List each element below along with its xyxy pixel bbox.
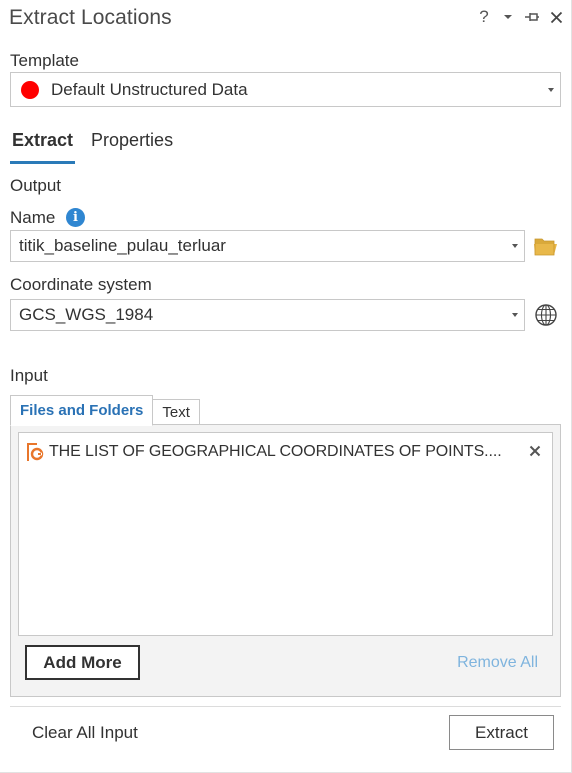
remove-file-icon[interactable] (527, 443, 543, 459)
browse-folder-icon[interactable] (533, 234, 559, 258)
pane-title: Extract Locations (9, 6, 172, 29)
pdf-icon (27, 443, 44, 461)
menu-chevron-icon[interactable] (500, 8, 516, 26)
tab-extract[interactable]: Extract (10, 130, 76, 164)
help-icon[interactable]: ? (476, 7, 492, 26)
tab-properties[interactable]: Properties (89, 130, 175, 158)
info-icon[interactable]: i (66, 208, 85, 227)
add-more-button[interactable]: Add More (25, 645, 140, 680)
tab-text[interactable]: Text (152, 399, 200, 425)
coordinate-system-value: GCS_WGS_1984 (19, 305, 154, 324)
extract-button[interactable]: Extract (449, 715, 554, 750)
list-item[interactable]: THE LIST OF GEOGRAPHICAL COORDINATES OF … (25, 441, 547, 463)
help-glyph: ? (479, 7, 489, 26)
chevron-down-icon (548, 87, 554, 92)
tab-files-and-folders[interactable]: Files and Folders (10, 395, 154, 426)
clear-all-input-button[interactable]: Clear All Input (32, 723, 138, 743)
input-tabs: Files and Folders Text (10, 395, 200, 426)
name-label: Name (10, 208, 56, 227)
output-name-value: titik_baseline_pulau_terluar (19, 236, 226, 255)
coordinate-system-label: Coordinate system (10, 275, 152, 294)
chevron-down-icon (512, 313, 518, 317)
coordinate-system-dropdown[interactable]: GCS_WGS_1984 (10, 299, 525, 331)
globe-icon[interactable] (533, 302, 559, 328)
template-value: Default Unstructured Data (51, 79, 248, 99)
close-icon[interactable] (548, 8, 564, 26)
template-dropdown[interactable]: Default Unstructured Data (10, 72, 561, 107)
input-panel: THE LIST OF GEOGRAPHICAL COORDINATES OF … (10, 424, 561, 697)
file-list[interactable]: THE LIST OF GEOGRAPHICAL COORDINATES OF … (18, 432, 553, 636)
extract-locations-pane: Extract Locations ? Template Default Uns… (0, 0, 572, 773)
remove-all-button[interactable]: Remove All (457, 654, 538, 672)
chevron-down-icon (512, 244, 518, 248)
input-section-label: Input (10, 366, 48, 385)
footer-divider (10, 706, 561, 707)
pin-icon[interactable] (524, 8, 540, 26)
file-name: THE LIST OF GEOGRAPHICAL COORDINATES OF … (49, 443, 502, 460)
title-controls: ? (476, 6, 564, 28)
output-name-combobox[interactable]: titik_baseline_pulau_terluar (10, 230, 525, 262)
output-section-label: Output (10, 176, 62, 195)
template-symbol-icon (21, 80, 39, 99)
main-tabs: Extract Properties (10, 130, 175, 164)
template-label: Template (10, 51, 79, 70)
title-bar: Extract Locations ? (0, 0, 572, 40)
